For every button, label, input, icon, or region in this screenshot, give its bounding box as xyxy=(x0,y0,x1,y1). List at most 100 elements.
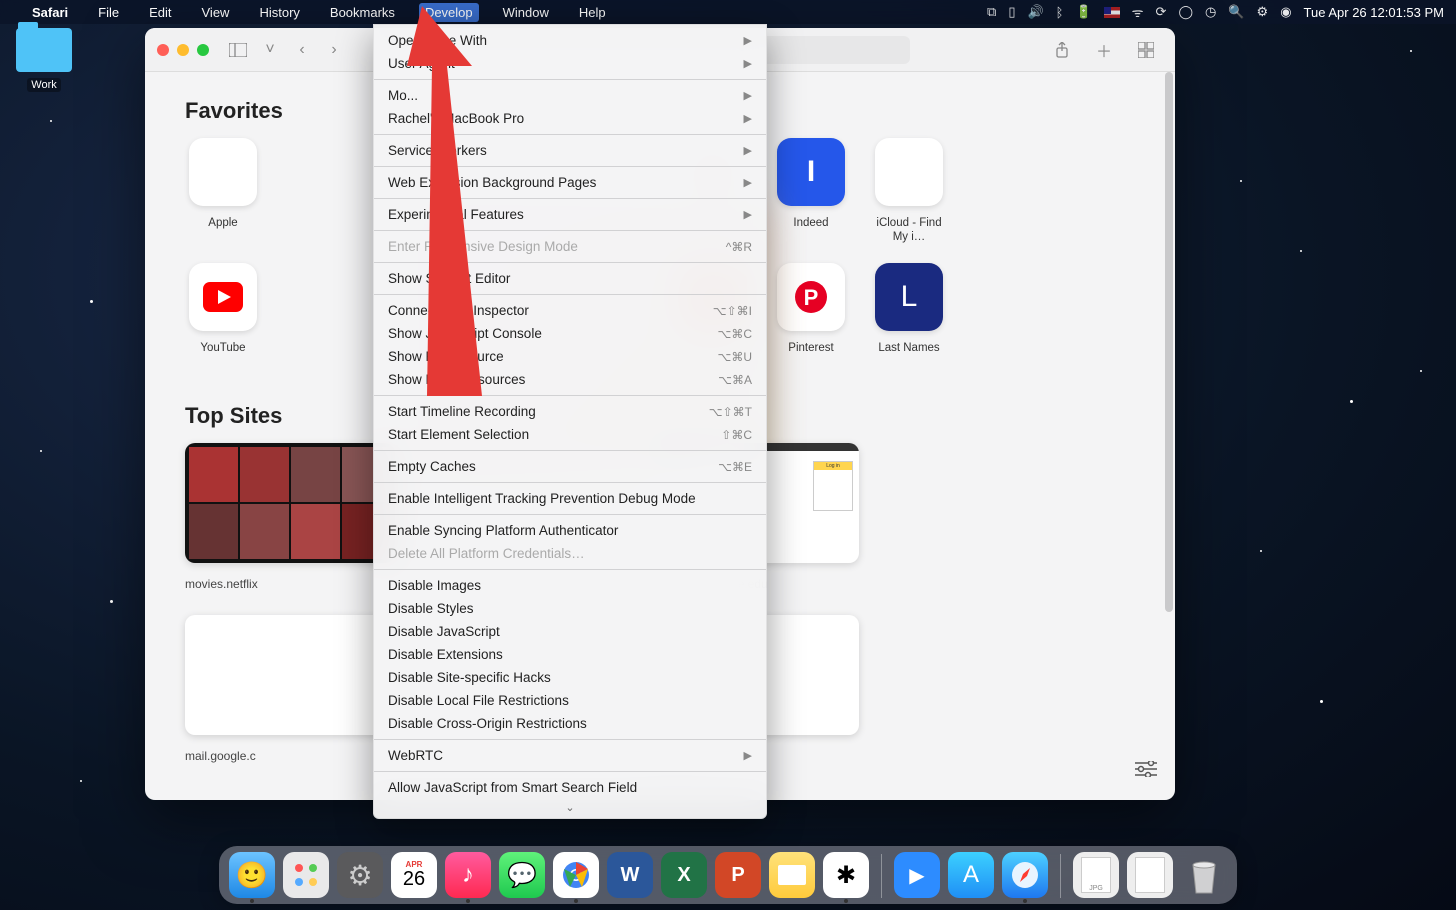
menu-view[interactable]: View xyxy=(196,3,236,22)
clock-icon[interactable]: ◷ xyxy=(1205,4,1216,20)
menu-edit[interactable]: Edit xyxy=(143,3,177,22)
input-flag-icon[interactable] xyxy=(1104,7,1120,18)
menu-item-disable-site-specific-hacks[interactable]: Disable Site-specific Hacks xyxy=(374,666,766,689)
menu-item-show-snippet-editor[interactable]: Show Snippet Editor xyxy=(374,267,766,290)
dock-powerpoint[interactable]: P xyxy=(715,852,761,898)
menu-item-disable-images[interactable]: Disable Images xyxy=(374,574,766,597)
menu-scroll-down-icon[interactable]: ⌄ xyxy=(374,799,766,818)
scrollbar[interactable] xyxy=(1165,72,1173,612)
share-button[interactable] xyxy=(1047,36,1077,64)
menu-separator xyxy=(374,514,766,515)
menu-item-web-extension-background-pages[interactable]: Web Extension Background Pages▶ xyxy=(374,171,766,194)
menu-item-webrtc[interactable]: WebRTC▶ xyxy=(374,744,766,767)
submenu-arrow-icon: ▶ xyxy=(744,749,752,762)
dock-slack[interactable]: ✱ xyxy=(823,852,869,898)
dock-file-doc[interactable] xyxy=(1127,852,1173,898)
menu-separator xyxy=(374,739,766,740)
favorite-Indeed[interactable]: IIndeed xyxy=(773,138,849,245)
menubar: Safari File Edit View History Bookmarks … xyxy=(0,0,1456,24)
menu-item-show-javascript-console[interactable]: Show JavaScript Console⌥⌘C xyxy=(374,322,766,345)
favorite-YouTube[interactable]: YouTube xyxy=(185,263,261,355)
menu-item-service-workers[interactable]: Service Workers▶ xyxy=(374,139,766,162)
menu-item-open-page-with[interactable]: Open Page With▶ xyxy=(374,29,766,52)
topsite-movies.netflix[interactable]: movies.netflix xyxy=(185,443,395,591)
minimize-button[interactable] xyxy=(177,44,189,56)
menu-item-allow-javascript-from-smart-search-field[interactable]: Allow JavaScript from Smart Search Field xyxy=(374,776,766,799)
menu-item-empty-caches[interactable]: Empty Caches⌥⌘E xyxy=(374,455,766,478)
topsite-thumb xyxy=(185,615,395,735)
dock-calendar[interactable]: APR26 xyxy=(391,852,437,898)
dock-file-jpg[interactable]: JPG xyxy=(1073,852,1119,898)
menubar-clock[interactable]: Tue Apr 26 12:01:53 PM xyxy=(1304,5,1444,20)
menu-help[interactable]: Help xyxy=(573,3,612,22)
app-name[interactable]: Safari xyxy=(26,3,74,22)
dropbox-icon[interactable]: ⧉ xyxy=(987,4,996,20)
dock-safari[interactable] xyxy=(1002,852,1048,898)
volume-icon[interactable]: 🔊 xyxy=(1027,4,1043,20)
device-icon[interactable]: ▯ xyxy=(1008,4,1015,20)
sidebar-menu-button[interactable]: ˅ xyxy=(255,36,285,64)
menu-bookmarks[interactable]: Bookmarks xyxy=(324,3,401,22)
siri-icon[interactable]: ◉ xyxy=(1280,4,1291,20)
menu-item-connect-web-inspector[interactable]: Connect Web Inspector⌥⇧⌘I xyxy=(374,299,766,322)
favorite-icon xyxy=(189,263,257,331)
menu-item-show-page-resources[interactable]: Show Page Resources⌥⌘A xyxy=(374,368,766,391)
dock-music[interactable]: ♪ xyxy=(445,852,491,898)
new-tab-button[interactable]: ＋ xyxy=(1089,36,1119,64)
topsite-mail.google.c[interactable]: mail.google.c xyxy=(185,615,395,763)
menu-item-disable-javascript[interactable]: Disable JavaScript xyxy=(374,620,766,643)
menu-item-disable-styles[interactable]: Disable Styles xyxy=(374,597,766,620)
menu-item-disable-extensions[interactable]: Disable Extensions xyxy=(374,643,766,666)
user-icon[interactable]: ◯ xyxy=(1178,4,1193,20)
favorite-Apple[interactable]: Apple xyxy=(185,138,261,245)
menu-item-rachel-s-macbook-pro[interactable]: Rachel's MacBook Pro▶ xyxy=(374,107,766,130)
favorite-Pinterest[interactable]: PPinterest xyxy=(773,263,849,355)
menu-item-mo[interactable]: Mo...▶ xyxy=(374,84,766,107)
spotlight-icon[interactable]: 🔍 xyxy=(1228,4,1244,20)
menu-item-experimental-features[interactable]: Experimental Features▶ xyxy=(374,203,766,226)
close-button[interactable] xyxy=(157,44,169,56)
menu-item-show-page-source[interactable]: Show Page Source⌥⌘U xyxy=(374,345,766,368)
menu-item-delete-all-platform-credentials: Delete All Platform Credentials… xyxy=(374,542,766,565)
dock-zoom[interactable]: ▶ xyxy=(894,852,940,898)
dock-chrome[interactable] xyxy=(553,852,599,898)
menu-item-enable-syncing-platform-authenticator[interactable]: Enable Syncing Platform Authenticator xyxy=(374,519,766,542)
dock-messages[interactable]: 💬 xyxy=(499,852,545,898)
menu-file[interactable]: File xyxy=(92,3,125,22)
zoom-button[interactable] xyxy=(197,44,209,56)
favorite-Last Names[interactable]: LLast Names xyxy=(871,263,947,355)
wifi-icon[interactable]: ᯤ xyxy=(1132,3,1144,21)
menu-develop[interactable]: Develop xyxy=(419,3,479,22)
dock-appstore[interactable]: A xyxy=(948,852,994,898)
menu-item-disable-local-file-restrictions[interactable]: Disable Local File Restrictions xyxy=(374,689,766,712)
back-button[interactable]: ‹ xyxy=(287,36,317,64)
dock-word[interactable]: W xyxy=(607,852,653,898)
dock-excel[interactable]: X xyxy=(661,852,707,898)
menu-history[interactable]: History xyxy=(253,3,305,22)
menu-item-start-timeline-recording[interactable]: Start Timeline Recording⌥⇧⌘T xyxy=(374,400,766,423)
topsite-url: movies.netflix xyxy=(185,577,395,591)
dock-settings[interactable]: ⚙ xyxy=(337,852,383,898)
control-center-icon[interactable]: ⚙ xyxy=(1257,4,1269,20)
menu-window[interactable]: Window xyxy=(497,3,555,22)
customize-start-page-button[interactable] xyxy=(1135,761,1157,782)
submenu-arrow-icon: ▶ xyxy=(744,57,752,70)
dock-notes[interactable] xyxy=(769,852,815,898)
menu-item-disable-cross-origin-restrictions[interactable]: Disable Cross-Origin Restrictions xyxy=(374,712,766,735)
bluetooth-icon[interactable]: ᛒ xyxy=(1056,5,1064,20)
menu-item-enable-intelligent-tracking-prevention-debug-mode[interactable]: Enable Intelligent Tracking Prevention D… xyxy=(374,487,766,510)
sidebar-toggle-button[interactable] xyxy=(223,36,253,64)
sync-icon[interactable]: ⟳ xyxy=(1156,4,1167,20)
battery-icon[interactable]: 🔋 xyxy=(1075,4,1091,20)
forward-button[interactable]: › xyxy=(319,36,349,64)
menu-separator xyxy=(374,166,766,167)
menu-item-enter-responsive-design-mode: Enter Responsive Design Mode^⌘R xyxy=(374,235,766,258)
tab-overview-button[interactable] xyxy=(1131,36,1161,64)
desktop-folder-work[interactable]: Work xyxy=(8,28,80,93)
menu-item-user-agent[interactable]: User Agent▶ xyxy=(374,52,766,75)
menu-item-start-element-selection[interactable]: Start Element Selection⇧⌘C xyxy=(374,423,766,446)
dock-launchpad[interactable] xyxy=(283,852,329,898)
favorite-iCloud - Find My i…[interactable]: iCloud - Find My i… xyxy=(871,138,947,245)
dock-trash[interactable] xyxy=(1181,852,1227,898)
dock-finder[interactable]: 🙂 xyxy=(229,852,275,898)
